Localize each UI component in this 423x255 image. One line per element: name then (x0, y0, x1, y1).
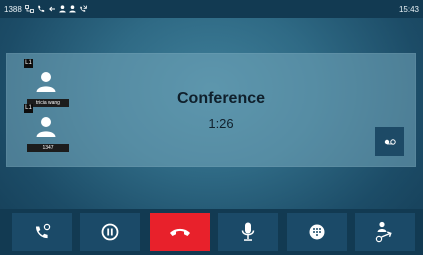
transfer-icon (375, 221, 392, 243)
missed-call-icon (79, 5, 87, 12)
dialpad-button[interactable] (287, 213, 347, 251)
participant-1347[interactable]: L1 1347 (24, 104, 69, 154)
avatar-icon (36, 72, 56, 92)
hangup-icon (170, 228, 190, 236)
end-call-button[interactable] (150, 213, 210, 251)
phone-plus-icon (35, 223, 51, 239)
call-duration: 1:26 (208, 116, 234, 131)
network-icon (24, 5, 34, 13)
call-action-bar (0, 209, 423, 255)
pause-icon (101, 223, 119, 241)
transfer-button[interactable] (355, 213, 415, 251)
mute-button[interactable] (218, 213, 278, 251)
forward-icon (48, 6, 55, 12)
microphone-icon (241, 222, 255, 241)
hold-button[interactable] (80, 213, 140, 251)
participant-name: 1347 (27, 144, 69, 152)
line-badge: L1 (24, 104, 33, 113)
avatar-icon (36, 117, 56, 137)
dialpad-icon (309, 224, 325, 240)
user-icon (59, 5, 66, 13)
phone-icon (37, 5, 44, 12)
call-title: Conference (176, 90, 266, 107)
clock: 15:43 (398, 4, 419, 14)
user-icon (69, 5, 76, 13)
status-left: 1388 (4, 5, 87, 14)
voicemail-icon (384, 138, 396, 145)
account-label: 1388 (4, 4, 22, 14)
voicemail-button[interactable] (375, 127, 404, 156)
new-call-button[interactable] (12, 213, 72, 251)
status-bar: 1388 15:43 (0, 0, 423, 18)
line-badge: L1 (24, 59, 33, 68)
conference-panel: L1 tricia wang L1 1347 Conference 1:26 (6, 53, 416, 167)
